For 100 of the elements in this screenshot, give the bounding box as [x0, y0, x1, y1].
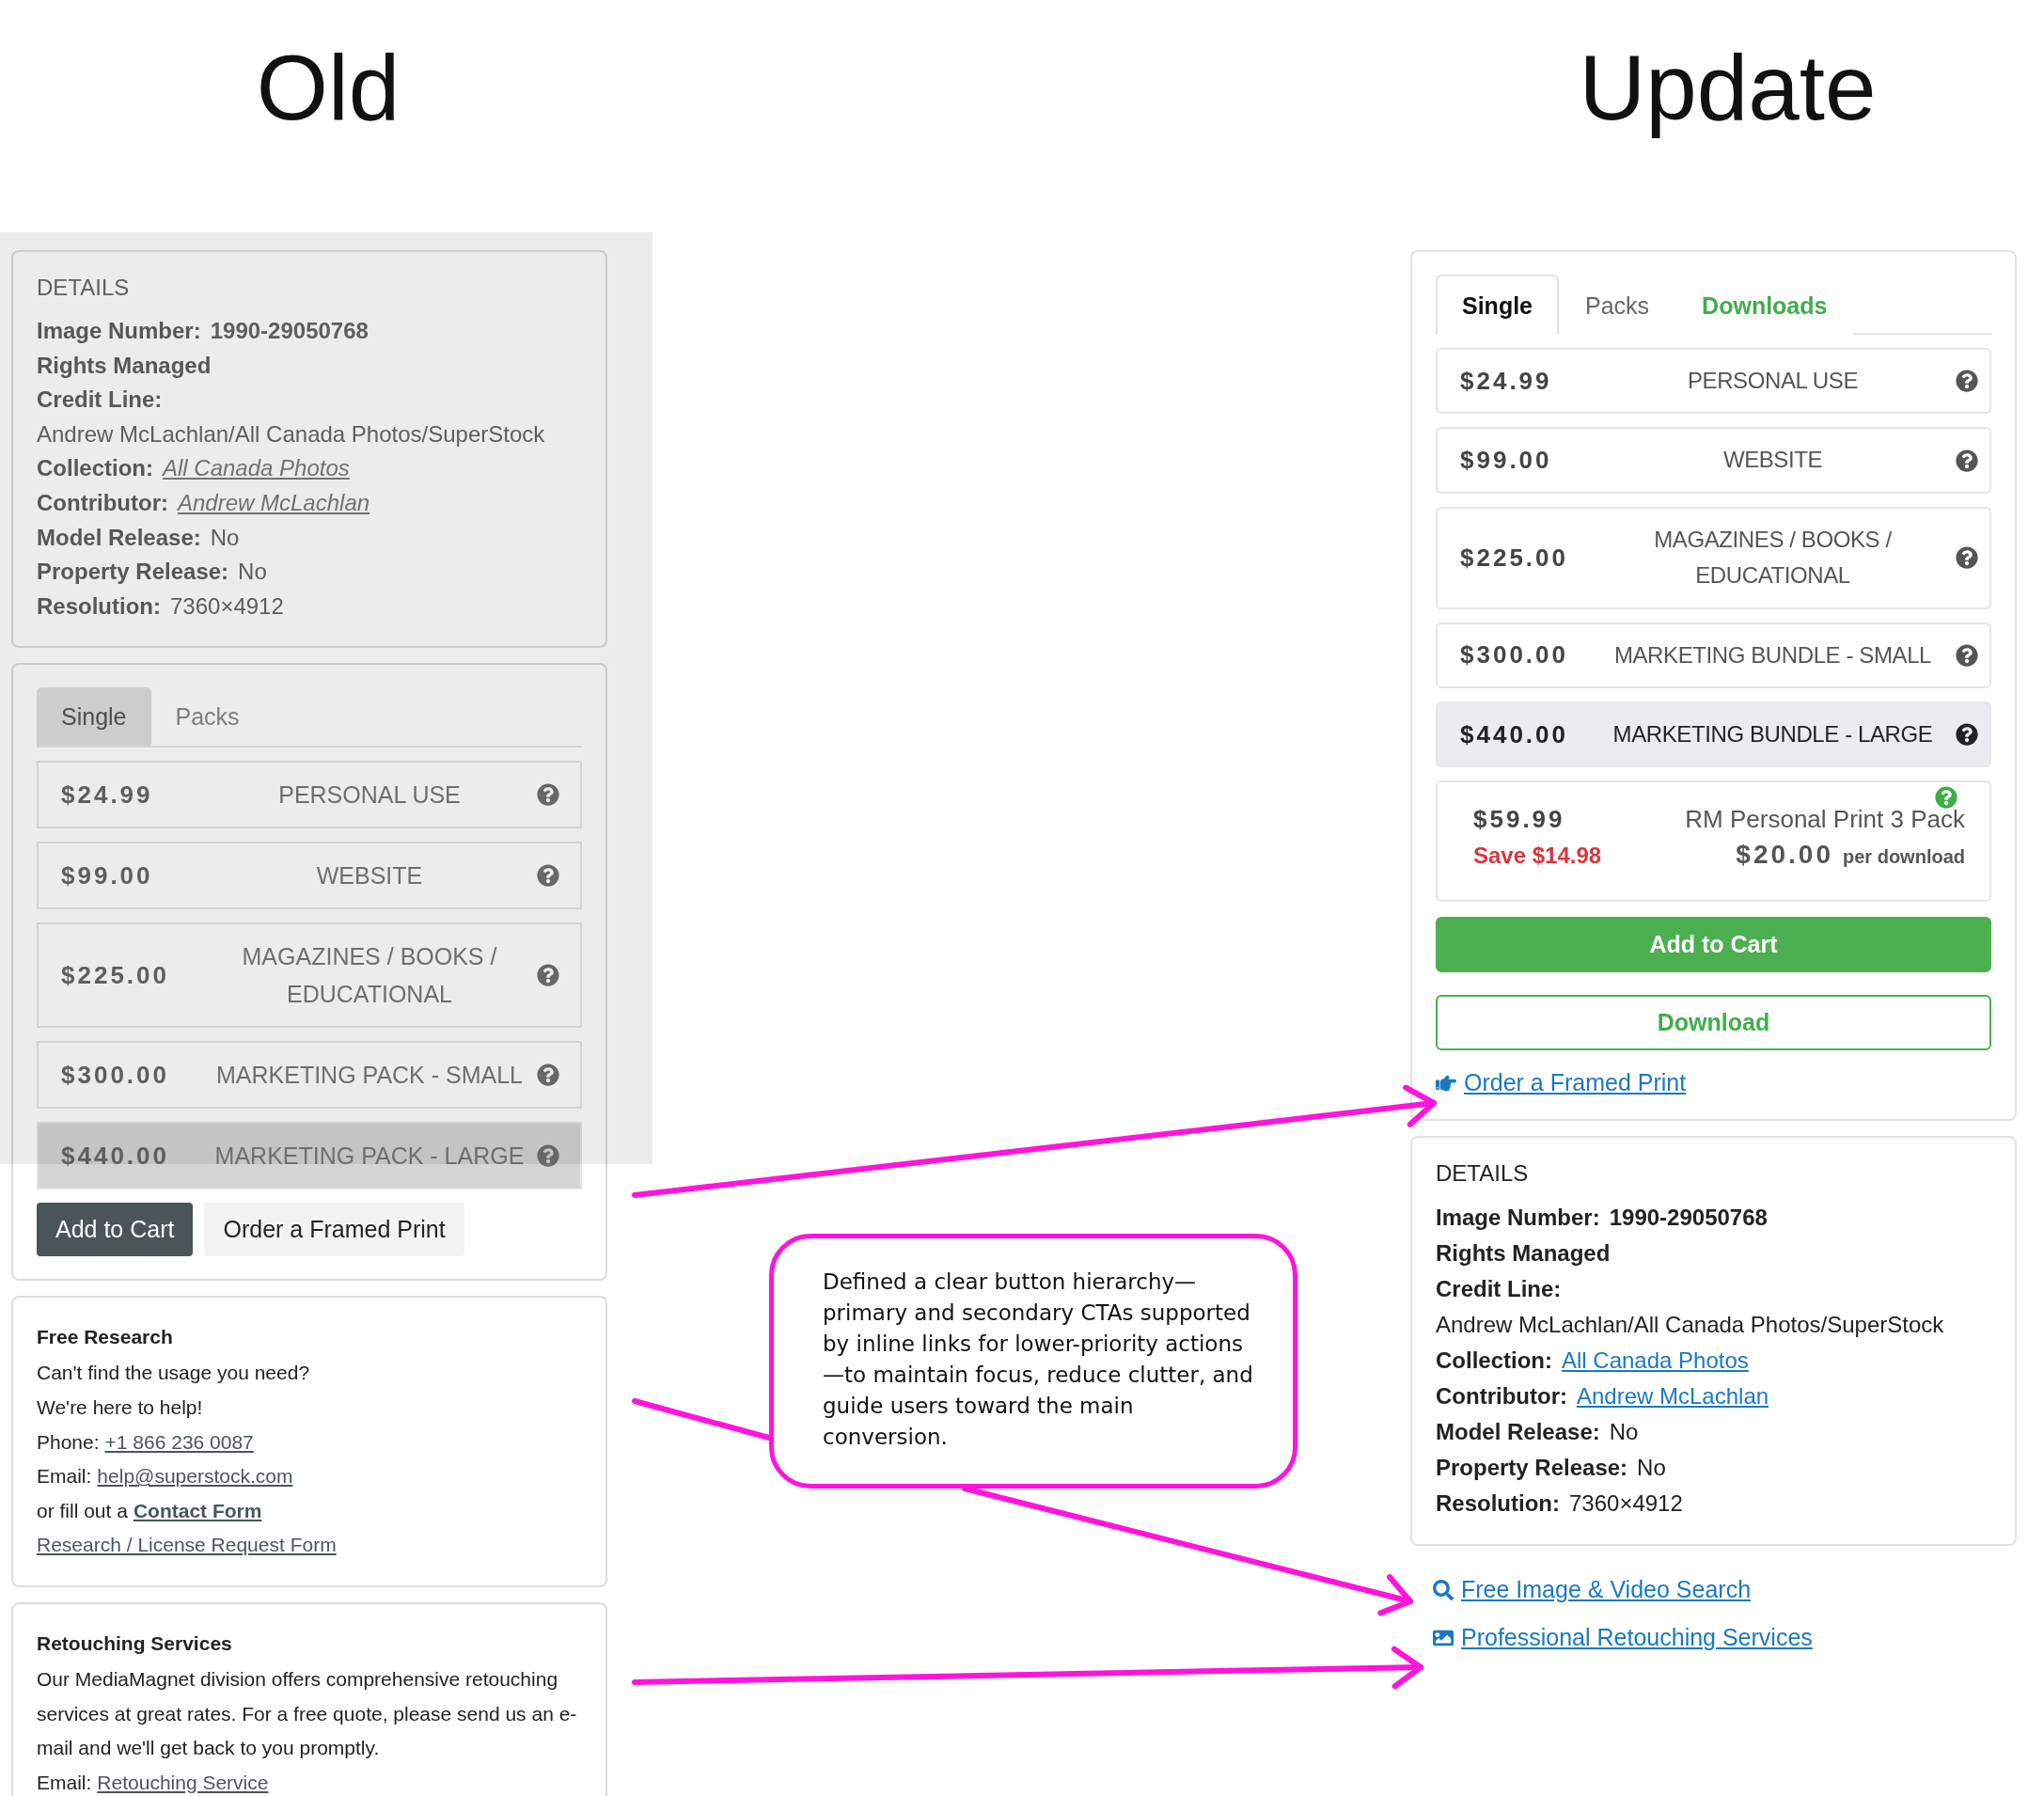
- price: $24.99: [1460, 366, 1553, 396]
- price: $440.00: [61, 1141, 170, 1171]
- tab[interactable]: Packs: [150, 687, 264, 747]
- help-icon[interactable]: [1956, 643, 1978, 667]
- option-label: RM Personal Print 3 Pack: [1685, 805, 1965, 835]
- order-print-button[interactable]: Order a Framed Print: [204, 1203, 464, 1257]
- download-button[interactable]: Download: [1436, 995, 1991, 1051]
- help-icon[interactable]: [1956, 723, 1978, 747]
- savings-text: Save $14.98: [1473, 843, 1603, 870]
- tab[interactable]: Single: [1436, 275, 1559, 335]
- info-link[interactable]: Research / License Request Form: [37, 1534, 337, 1556]
- detail-label: Collection:: [37, 455, 153, 481]
- price-option[interactable]: $59.99 RM Personal Print 3 Pack Save $14.98 $20.00 per download: [1436, 780, 1991, 903]
- card-title: Retouching Services: [37, 1631, 233, 1655]
- option-label: MARKETING BUNDLE - LARGE: [1612, 719, 1934, 748]
- info-paragraph: Our MediaMagnet division offers comprehensive retouching services at great rates. For a free quote, please send us an e-mail and we'll get back to you promptly.: [37, 1666, 578, 1761]
- details-heading: DETAILS: [37, 275, 131, 301]
- info-link[interactable]: Contact Form: [133, 1499, 262, 1521]
- option-label: PERSONAL USE: [1686, 367, 1859, 395]
- info-link[interactable]: +1 866 236 0087: [104, 1430, 254, 1453]
- comparison-title: Update: [1579, 38, 1877, 139]
- help-icon[interactable]: [1956, 546, 1978, 570]
- detail-label: Image Number:: [1436, 1205, 1600, 1231]
- detail-value: No: [238, 559, 267, 585]
- price: $225.00: [61, 960, 170, 990]
- price-option[interactable]: $24.99 PERSONAL USE: [37, 761, 582, 829]
- detail-label: Resolution:: [37, 592, 161, 619]
- detail-value: No: [1637, 1455, 1666, 1481]
- option-label: MARKETING BUNDLE - SMALL: [1612, 640, 1933, 670]
- price-option[interactable]: $99.00 WEBSITE: [1436, 427, 1991, 494]
- price: $59.99: [1473, 805, 1566, 835]
- detail-value: 7360×4912: [170, 592, 284, 619]
- detail-value: Andrew McLachlan/All Canada Photos/SuperStock: [1436, 1312, 1944, 1338]
- price: $99.00: [61, 860, 154, 890]
- unit-price: $20.00: [1736, 840, 1833, 871]
- detail-label: Rights Managed: [1436, 1240, 1611, 1267]
- detail-label: Model Release:: [37, 524, 201, 550]
- detail-value: 1990-29050768: [210, 318, 369, 343]
- price-option[interactable]: $225.00 MAGAZINES / BOOKS / EDUCATIONAL: [1436, 506, 1991, 609]
- help-icon[interactable]: [1956, 370, 1978, 393]
- detail-label: Credit Line:: [37, 386, 163, 413]
- detail-label: Property Release:: [1436, 1455, 1628, 1481]
- detail-value: No: [1609, 1419, 1639, 1445]
- price: $300.00: [61, 1060, 170, 1090]
- price-option[interactable]: $300.00 MARKETING PACK - SMALL: [37, 1041, 582, 1110]
- option-label: MARKETING PACK - SMALL: [215, 1061, 524, 1091]
- order-print-link[interactable]: Order a Framed Print: [1436, 1069, 1687, 1097]
- info-text: or fill out a: [37, 1499, 128, 1521]
- callout-text: Defined a clear button hierarchy—primary and secondary CTAs supported by inline links for lower-priority actions—to maintain focus, reduce clutter, and guide users toward the main conversion.: [769, 1234, 1297, 1489]
- detail-link[interactable]: Andrew McLachlan: [177, 489, 370, 515]
- unit-label: per download: [1843, 846, 1965, 869]
- help-icon[interactable]: [1956, 449, 1978, 472]
- detail-value: Andrew McLachlan/All Canada Photos/SuperStock: [37, 420, 545, 447]
- price-option[interactable]: $24.99 PERSONAL USE: [1436, 348, 1991, 415]
- option-label: MARKETING PACK - LARGE: [213, 1142, 526, 1172]
- info-text: Phone:: [37, 1430, 100, 1453]
- price-option[interactable]: $440.00 MARKETING BUNDLE - LARGE: [1436, 701, 1991, 768]
- detail-value: No: [210, 524, 240, 550]
- comparison-title: Old: [256, 38, 401, 139]
- detail-label: Model Release:: [1436, 1419, 1600, 1445]
- detail-label: Collection:: [1436, 1347, 1552, 1374]
- price-option[interactable]: $225.00 MAGAZINES / BOOKS / EDUCATIONAL: [37, 922, 582, 1029]
- add-to-cart-button[interactable]: Add to Cart: [1436, 917, 1991, 973]
- detail-value: 7360×4912: [1569, 1490, 1683, 1517]
- info-text: Email:: [37, 1771, 92, 1793]
- detail-link[interactable]: All Canada Photos: [1562, 1347, 1749, 1374]
- info-text: Email:: [37, 1465, 92, 1488]
- tab[interactable]: Single: [37, 687, 151, 747]
- detail-link[interactable]: Andrew McLachlan: [1576, 1383, 1769, 1410]
- detail-label: Resolution:: [1436, 1490, 1560, 1517]
- option-label: WEBSITE: [1722, 446, 1824, 475]
- detail-label: Contributor:: [37, 489, 168, 515]
- detail-label: Contributor:: [1436, 1383, 1567, 1410]
- info-link[interactable]: help@superstock.com: [97, 1465, 293, 1488]
- price: $440.00: [1460, 719, 1569, 749]
- details-heading: DETAILS: [1436, 1160, 1530, 1188]
- price: $24.99: [61, 780, 154, 810]
- price-option[interactable]: $99.00 WEBSITE: [37, 842, 582, 910]
- detail-label: Image Number:: [37, 318, 201, 343]
- option-label: WEBSITE: [315, 861, 424, 891]
- price: $225.00: [1460, 543, 1569, 573]
- service-link[interactable]: Professional Retouching Services: [1433, 1624, 1813, 1652]
- price: $99.00: [1460, 446, 1553, 476]
- detail-link[interactable]: All Canada Photos: [163, 455, 350, 481]
- detail-label: Rights Managed: [37, 352, 212, 378]
- search-icon: [1433, 1579, 1454, 1600]
- detail-label: Property Release:: [37, 559, 229, 585]
- detail-value: 1990-29050768: [1609, 1205, 1768, 1231]
- info-text: We're here to help!: [37, 1395, 203, 1418]
- info-link[interactable]: Retouching Service: [97, 1771, 269, 1793]
- service-link[interactable]: Free Image & Video Search: [1433, 1576, 1752, 1604]
- price-option[interactable]: $300.00 MARKETING BUNDLE - SMALL: [1436, 622, 1991, 688]
- option-label: MAGAZINES / BOOKS / EDUCATIONAL: [241, 942, 498, 1010]
- option-label: MAGAZINES / BOOKS / EDUCATIONAL: [1653, 525, 1893, 591]
- price: $300.00: [1460, 640, 1569, 670]
- add-to-cart-button[interactable]: Add to Cart: [37, 1203, 194, 1257]
- detail-label: Credit Line:: [1436, 1276, 1562, 1302]
- price-option[interactable]: $440.00 MARKETING PACK - LARGE: [37, 1122, 582, 1190]
- card-title: Free Research: [37, 1326, 174, 1349]
- option-label: PERSONAL USE: [277, 780, 462, 811]
